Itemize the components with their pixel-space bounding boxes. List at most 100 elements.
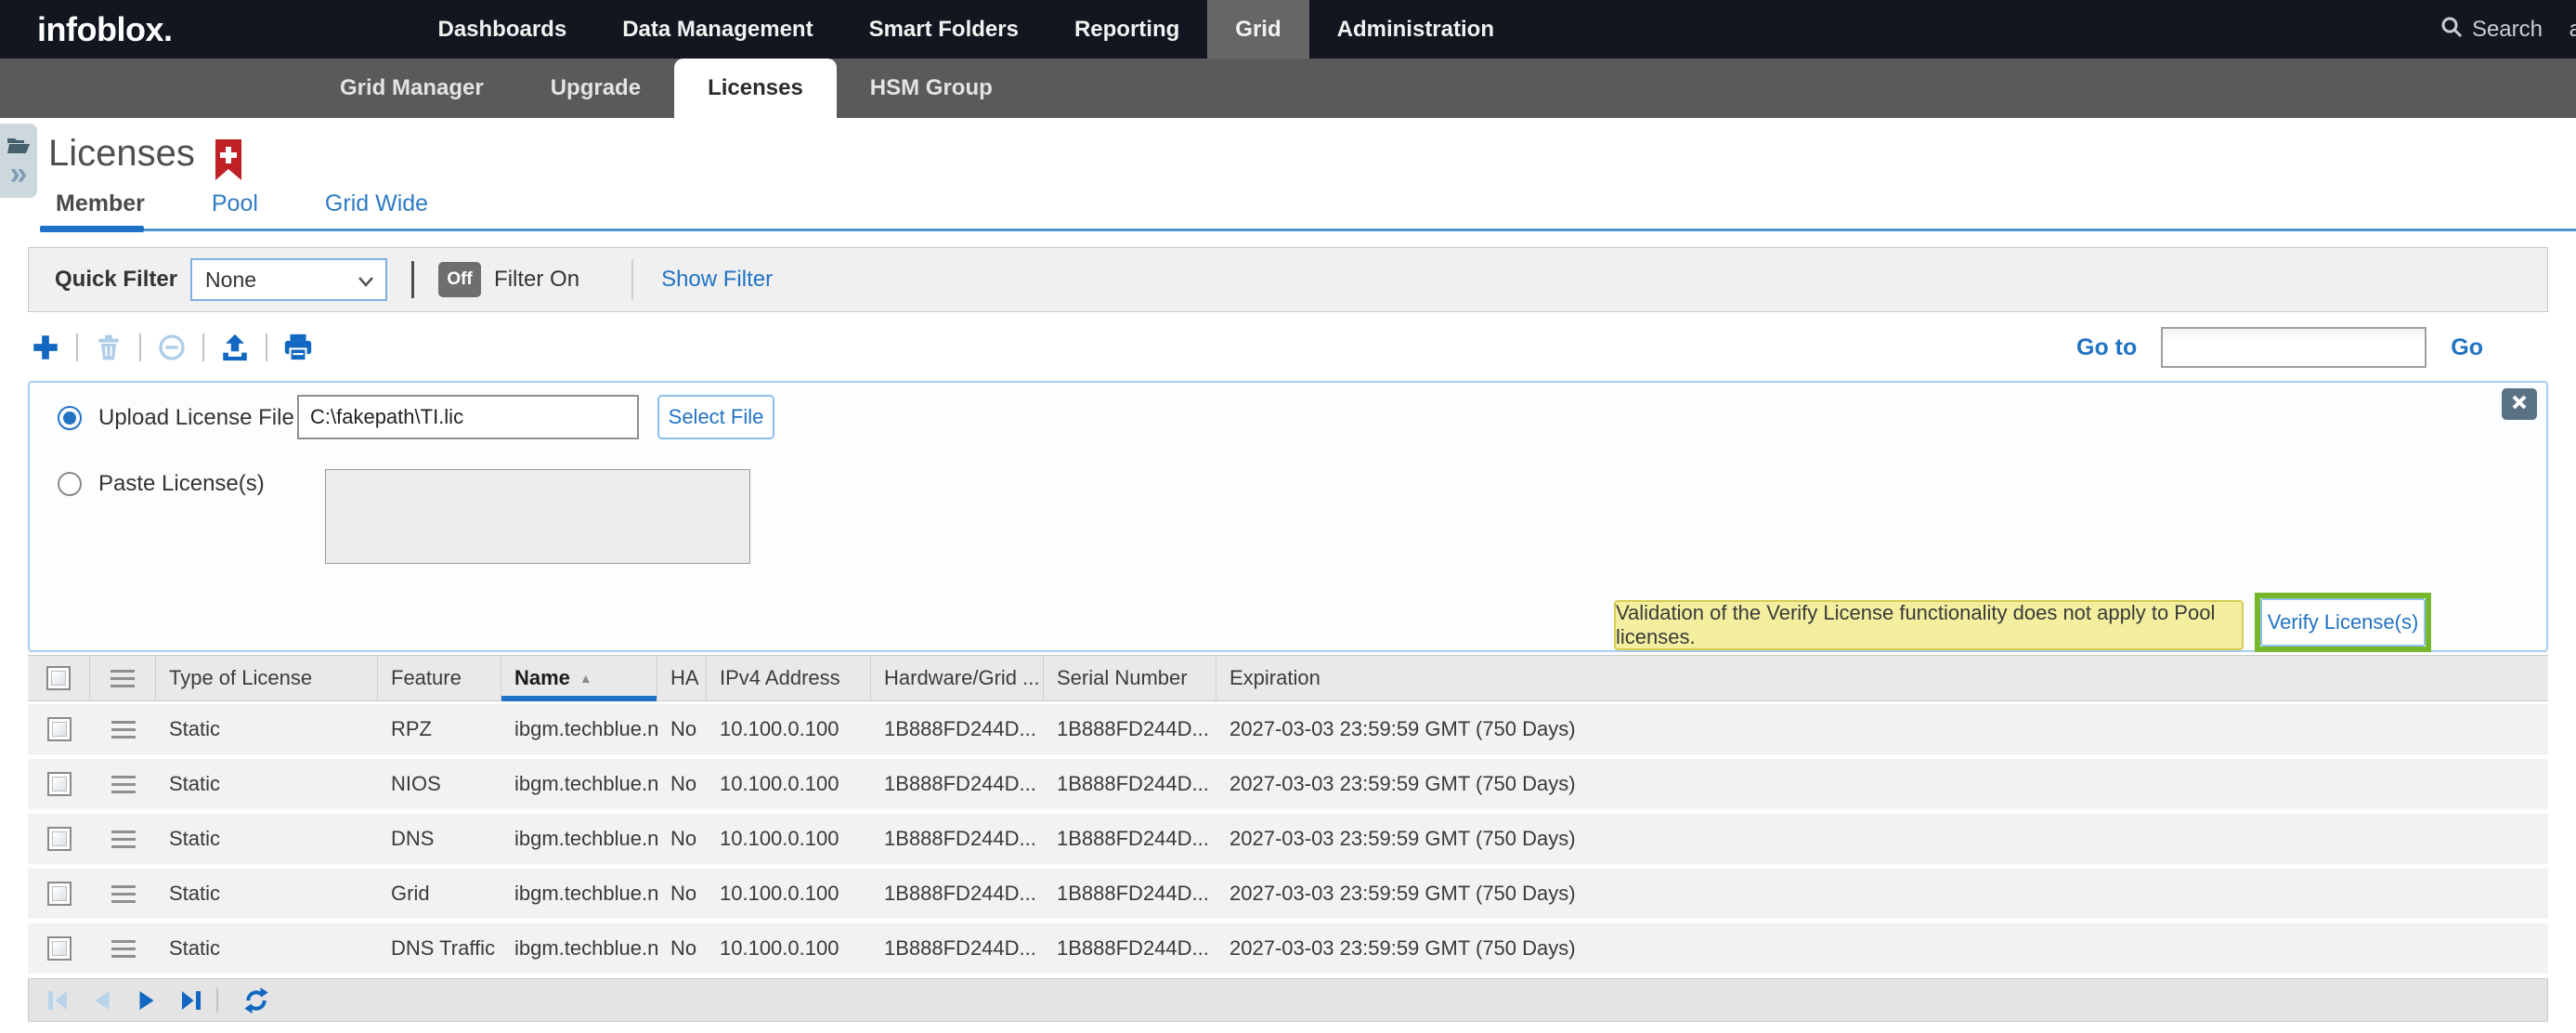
table-toolbar: Go to Go: [28, 320, 2548, 374]
table-menu-icon[interactable]: [111, 670, 135, 687]
divider: [631, 259, 633, 300]
nav-item-reporting[interactable]: Reporting: [1047, 0, 1207, 59]
global-search[interactable]: Search: [2440, 16, 2543, 43]
subnav-item-hsm-group[interactable]: HSM Group: [837, 59, 1026, 118]
delete-icon[interactable]: [91, 330, 126, 365]
row-menu-icon[interactable]: [111, 721, 136, 739]
table-row[interactable]: Static Grid ibgm.techblue.net No 10.100.…: [28, 869, 2548, 919]
column-header-feature[interactable]: Feature: [378, 656, 501, 700]
active-tab-indicator: [40, 226, 144, 232]
nav-item-grid[interactable]: Grid: [1207, 0, 1308, 59]
row-menu-icon[interactable]: [111, 885, 136, 903]
finder-panel-toggle[interactable]: »: [0, 124, 37, 198]
upload-file-radio[interactable]: [58, 406, 82, 430]
row-checkbox[interactable]: [47, 772, 72, 796]
filter-on-label: Filter On: [494, 267, 579, 293]
row-checkbox[interactable]: [47, 936, 72, 961]
goto-input[interactable]: [2161, 327, 2426, 368]
subnav-menu: Grid Manager Upgrade Licenses HSM Group: [306, 59, 1026, 118]
tab-pool[interactable]: Pool: [212, 190, 258, 217]
nav-item-smart-folders[interactable]: Smart Folders: [841, 0, 1047, 59]
cell-expiration: 2027-03-03 23:59:59 GMT (750 Days): [1216, 882, 2548, 906]
cell-ha: No: [657, 717, 707, 741]
cell-feature: NIOS: [378, 772, 501, 796]
tab-grid-wide[interactable]: Grid Wide: [325, 190, 428, 217]
nav-item-dashboards[interactable]: Dashboards: [410, 0, 594, 59]
row-checkbox[interactable]: [47, 717, 72, 741]
subnav-item-grid-manager[interactable]: Grid Manager: [306, 59, 517, 118]
next-page-icon[interactable]: [131, 985, 163, 1016]
cell-feature: DNS: [378, 827, 501, 851]
filter-on-toggle[interactable]: Off: [438, 262, 481, 297]
goto-label: Go to: [2076, 334, 2137, 361]
select-file-button[interactable]: Select File: [657, 395, 774, 439]
close-panel-button[interactable]: [2502, 388, 2537, 420]
expand-chevrons-icon: »: [10, 161, 28, 187]
exclude-icon[interactable]: [154, 330, 189, 365]
paste-license-textarea[interactable]: [325, 469, 750, 564]
first-page-icon[interactable]: [42, 985, 73, 1016]
row-checkbox[interactable]: [47, 827, 72, 851]
row-menu-icon[interactable]: [111, 776, 136, 793]
column-header-ha[interactable]: HA: [657, 656, 707, 700]
license-file-path-input[interactable]: [297, 395, 639, 439]
column-header-name[interactable]: Name ▲: [501, 656, 657, 700]
upload-icon[interactable]: [217, 330, 253, 365]
row-checkbox[interactable]: [47, 882, 72, 906]
paste-licenses-option[interactable]: Paste License(s): [58, 471, 265, 497]
column-header-type[interactable]: Type of License: [156, 656, 378, 700]
cell-hardware: 1B888FD244D...: [871, 882, 1044, 906]
cell-serial: 1B888FD244D...: [1044, 827, 1216, 851]
refresh-icon[interactable]: [241, 985, 272, 1016]
cell-hardware: 1B888FD244D...: [871, 827, 1044, 851]
upload-license-file-option[interactable]: Upload License File: [58, 405, 294, 431]
table-row[interactable]: Static DNS ibgm.techblue.net No 10.100.0…: [28, 814, 2548, 864]
select-all-checkbox[interactable]: [46, 666, 71, 690]
quick-filter-dropdown[interactable]: None: [190, 258, 387, 301]
column-header-hardware[interactable]: Hardware/Grid ...: [871, 656, 1044, 700]
previous-page-icon[interactable]: [86, 985, 118, 1016]
row-menu-icon[interactable]: [111, 830, 136, 848]
paste-license-radio-label: Paste License(s): [98, 471, 265, 497]
verify-license-note: Validation of the Verify License functio…: [1614, 600, 2244, 650]
subnav-item-licenses[interactable]: Licenses: [674, 59, 837, 118]
select-all-checkbox-cell[interactable]: [28, 656, 90, 700]
nav-item-administration[interactable]: Administration: [1309, 0, 1522, 59]
sort-asc-icon: ▲: [579, 671, 592, 686]
cell-type: Static: [156, 936, 378, 961]
cell-serial: 1B888FD244D...: [1044, 772, 1216, 796]
goto-controls: Go to Go: [2076, 327, 2483, 368]
table-row[interactable]: Static RPZ ibgm.techblue.net No 10.100.0…: [28, 704, 2548, 754]
table-row[interactable]: Static DNS Traffic Co... ibgm.techblue.n…: [28, 923, 2548, 974]
cell-serial: 1B888FD244D...: [1044, 717, 1216, 741]
subnav-item-upgrade[interactable]: Upgrade: [517, 59, 674, 118]
cell-ipv4: 10.100.0.100: [707, 772, 871, 796]
go-button[interactable]: Go: [2451, 334, 2483, 361]
cell-feature: RPZ: [378, 717, 501, 741]
divider: [139, 333, 141, 361]
add-icon[interactable]: [28, 330, 63, 365]
cell-type: Static: [156, 772, 378, 796]
page-title: Licenses: [48, 133, 195, 175]
column-header-expiration[interactable]: Expiration: [1216, 656, 2548, 700]
column-header-ipv4[interactable]: IPv4 Address: [707, 656, 871, 700]
quick-filter-label: Quick Filter: [55, 267, 177, 293]
show-filter-link[interactable]: Show Filter: [661, 267, 773, 293]
print-icon[interactable]: [280, 330, 316, 365]
bookmark-add-icon[interactable]: [214, 139, 243, 187]
licenses-table-header: Type of License Feature Name ▲ HA IPv4 A…: [28, 655, 2548, 701]
row-menu-icon[interactable]: [111, 940, 136, 958]
cell-serial: 1B888FD244D...: [1044, 882, 1216, 906]
paste-license-radio[interactable]: [58, 472, 82, 496]
tab-member[interactable]: Member: [56, 190, 145, 217]
column-header-serial[interactable]: Serial Number: [1044, 656, 1216, 700]
nav-item-data-management[interactable]: Data Management: [594, 0, 840, 59]
divider: [216, 988, 218, 1013]
cell-ipv4: 10.100.0.100: [707, 827, 871, 851]
cell-expiration: 2027-03-03 23:59:59 GMT (750 Days): [1216, 717, 2548, 741]
verify-licenses-button[interactable]: Verify License(s): [2260, 598, 2426, 647]
cell-type: Static: [156, 882, 378, 906]
last-page-icon[interactable]: [176, 985, 207, 1016]
table-row[interactable]: Static NIOS ibgm.techblue.net No 10.100.…: [28, 759, 2548, 809]
column-menu-cell[interactable]: [90, 656, 156, 700]
